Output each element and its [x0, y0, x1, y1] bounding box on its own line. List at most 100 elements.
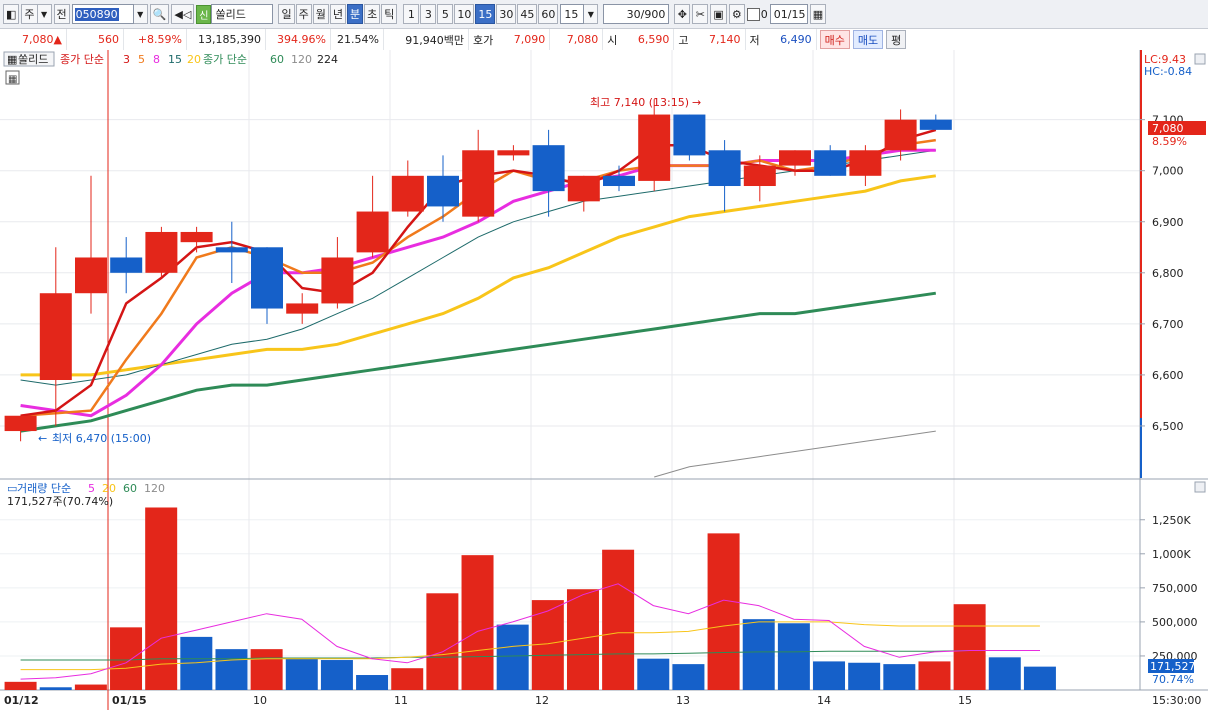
- type-select[interactable]: 주 ▼: [21, 4, 52, 24]
- checkbox-box[interactable]: [746, 7, 760, 21]
- candle-body: [391, 175, 424, 212]
- chart-name-icon: ▦: [7, 53, 17, 66]
- volume-bar: [672, 664, 705, 690]
- pane-close-icon[interactable]: [1194, 53, 1206, 65]
- candle-body: [884, 119, 917, 151]
- chart-toolbar: ◧ 주 ▼ 전 050890 ▼ 🔍 ◀◁ 신 쏠리드 일 주 월 년 분 초 …: [0, 0, 1208, 29]
- period-minute[interactable]: 분: [346, 4, 364, 24]
- volume-bar: [39, 687, 72, 690]
- volume-bar: [883, 664, 916, 690]
- stock-chart[interactable]: 7,1007,0006,9006,8006,7006,6006,500 1,25…: [0, 50, 1208, 710]
- bid-label: 호가: [473, 33, 494, 47]
- average-button[interactable]: 평: [886, 30, 907, 49]
- stock-code-input[interactable]: 050890: [74, 7, 119, 21]
- candle-body: [75, 257, 107, 294]
- interval-select[interactable]: 15 ▼: [560, 4, 599, 24]
- crosshair-icon[interactable]: ✥: [674, 4, 691, 24]
- current-pct-marker-text: 8.59%: [1152, 135, 1187, 148]
- chevron-down-icon: ▼: [37, 4, 52, 24]
- stock-name-field[interactable]: 신 쏠리드: [196, 4, 274, 24]
- period-tabs: 일 주 월 년 분 초 틱: [278, 4, 398, 24]
- time-tick-label: 10: [253, 694, 267, 707]
- volume-tick-label: 1,250K: [1152, 514, 1191, 527]
- volume-ratio: 394.96%: [266, 29, 331, 50]
- period-year[interactable]: 년: [329, 4, 346, 24]
- date-field[interactable]: 01/15: [769, 4, 808, 24]
- interval-15[interactable]: 15: [475, 4, 496, 24]
- interval-3[interactable]: 3: [420, 4, 437, 24]
- interval-1[interactable]: 1: [403, 4, 420, 24]
- high-price: 7,140: [693, 29, 746, 50]
- candle-body: [286, 303, 319, 314]
- interval-10[interactable]: 10: [454, 4, 475, 24]
- range-button[interactable]: 전: [53, 4, 70, 24]
- candle-body: [708, 150, 741, 187]
- ma-legend-5: 5: [138, 53, 145, 66]
- gear-icon[interactable]: ⚙: [728, 4, 745, 24]
- candle-body: [779, 150, 811, 166]
- sell-button[interactable]: 매도: [852, 30, 884, 49]
- tools-icon[interactable]: ✂: [692, 4, 709, 24]
- candle-body: [849, 150, 882, 176]
- count-field[interactable]: 30/900: [603, 4, 670, 24]
- volume-bar: [145, 507, 178, 690]
- volume-bar: [110, 627, 143, 690]
- image-icon[interactable]: ▣: [710, 4, 727, 24]
- volume-bar: [602, 549, 635, 690]
- interval-30[interactable]: 30: [496, 4, 517, 24]
- low-price: 6,490: [764, 29, 817, 50]
- current-price: 7,080 ▲: [0, 29, 67, 50]
- interval-5[interactable]: 5: [437, 4, 454, 24]
- volume-bar: [777, 623, 810, 690]
- calendar-icon[interactable]: ▦: [809, 4, 827, 24]
- search-icon[interactable]: 🔍: [149, 4, 170, 24]
- pane-minimize-icon[interactable]: [1194, 481, 1206, 493]
- speaker-icon[interactable]: ◀◁: [171, 4, 195, 24]
- period-month[interactable]: 월: [312, 4, 329, 24]
- volume-bar: [707, 533, 740, 690]
- ma-legend-label: 종가 단순: [60, 53, 104, 66]
- vol-legend-5: 5: [88, 482, 95, 495]
- volume-bar: [918, 661, 951, 690]
- interval-tabs: 1 3 5 10 15 30 45 60: [403, 4, 559, 24]
- ma-legend-20: 20: [187, 53, 201, 66]
- ma-legend-60: 60: [270, 53, 284, 66]
- interval-45[interactable]: 45: [517, 4, 538, 24]
- time-tick-label: 11: [394, 694, 408, 707]
- candle-body: [427, 175, 459, 207]
- time-tick-label: 01/12: [4, 694, 39, 707]
- period-day[interactable]: 일: [278, 4, 295, 24]
- volume-bar: [953, 604, 986, 690]
- buy-button[interactable]: 매수: [819, 30, 850, 49]
- volume-marker-text: 171,527: [1150, 660, 1196, 673]
- volume-bar: [250, 649, 283, 690]
- layout-icon[interactable]: ◧: [3, 4, 20, 24]
- new-badge: 신: [196, 4, 212, 24]
- vol-legend-20: 20: [102, 482, 116, 495]
- price-tick-label: 6,700: [1152, 318, 1184, 331]
- volume-bar: [215, 649, 248, 690]
- checkbox-label: 0: [760, 7, 768, 21]
- volume-legend-icon: ▭: [7, 482, 17, 495]
- candle-body: [321, 257, 354, 304]
- volume-legend-label: 거래량 단순: [17, 482, 71, 495]
- count-input[interactable]: 30: [627, 8, 641, 21]
- period-tick[interactable]: 틱: [381, 4, 398, 24]
- zero-checkbox[interactable]: 0: [746, 7, 768, 21]
- stock-code-select[interactable]: 050890 ▼: [71, 4, 148, 24]
- period-second[interactable]: 초: [364, 4, 381, 24]
- candle-body: [567, 175, 600, 202]
- chevron-down-icon: ▼: [584, 4, 599, 24]
- volume-bar: [637, 658, 670, 690]
- candle-body: [4, 415, 37, 432]
- volume-pct-marker-text: 70.74%: [1152, 673, 1194, 686]
- time-tick-label: 14: [817, 694, 831, 707]
- time-tick-label: 12: [535, 694, 549, 707]
- chevron-down-icon: ▼: [133, 4, 148, 24]
- volume-current-text: 171,527주(70.74%): [7, 495, 113, 508]
- candle-body: [814, 150, 847, 176]
- price-tick-label: 6,500: [1152, 420, 1184, 433]
- volume-bar: [320, 660, 353, 690]
- period-week[interactable]: 주: [295, 4, 312, 24]
- interval-60[interactable]: 60: [538, 4, 559, 24]
